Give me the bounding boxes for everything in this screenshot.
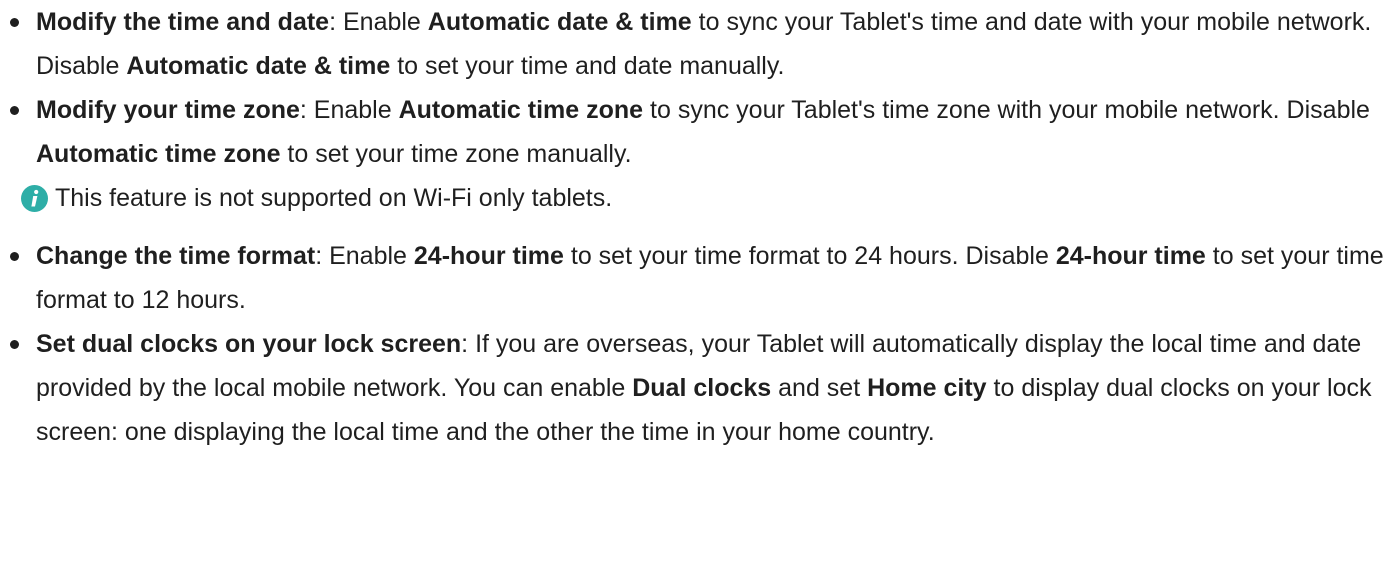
list-item-modify-time-date: Modify the time and date: Enable Automat… [2, 0, 1391, 88]
bullet [10, 252, 19, 261]
item-title: Modify your time zone [36, 96, 300, 124]
bullet [10, 106, 19, 115]
note-text: This feature is not supported on Wi-Fi o… [55, 184, 613, 212]
list-item-change-time-format: Change the time format: Enable 24-hour t… [2, 234, 1391, 322]
list-item-modify-time-zone: Modify your time zone: Enable Automatic … [2, 88, 1391, 176]
list-item-dual-clocks: Set dual clocks on your lock screen: If … [2, 322, 1391, 454]
bullet [10, 340, 19, 349]
item-title: Set dual clocks on your lock screen [36, 330, 462, 358]
bullet [10, 18, 19, 27]
info-note: This feature is not supported on Wi-Fi o… [0, 176, 1391, 220]
info-icon [21, 185, 48, 212]
item-title: Modify the time and date [36, 8, 330, 36]
document-body: Modify the time and date: Enable Automat… [0, 0, 1391, 572]
item-title: Change the time format [36, 242, 316, 270]
